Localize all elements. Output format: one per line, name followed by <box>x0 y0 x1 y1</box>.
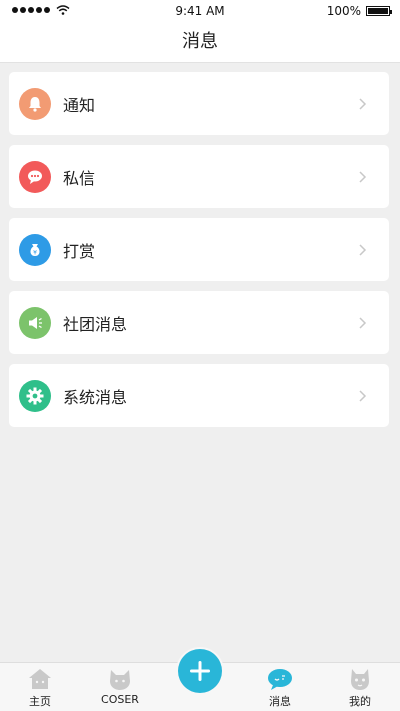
list-item-label: 打赏 <box>63 241 96 261</box>
tab-label: COSER <box>101 693 139 706</box>
bottom-tab-bar: 主页 COSER 消息 我的 <box>0 649 400 711</box>
tab-coser[interactable]: COSER <box>80 663 160 711</box>
chevron-right-icon <box>359 97 367 110</box>
list-item-notifications[interactable]: 通知 <box>9 72 389 135</box>
chat-bubble-icon <box>19 160 51 193</box>
tab-home[interactable]: 主页 <box>0 663 80 711</box>
list-item-tips[interactable]: ¥ 打赏 <box>9 218 389 281</box>
chat-bubble-icon <box>268 669 292 690</box>
megaphone-icon <box>19 306 51 339</box>
plus-icon <box>190 661 210 681</box>
chevron-right-icon <box>359 389 367 402</box>
battery-status: 100% <box>326 4 392 18</box>
chevron-right-icon <box>359 243 367 256</box>
bell-icon <box>19 87 51 120</box>
battery-icon <box>366 6 392 16</box>
tab-label: 主页 <box>29 695 51 708</box>
chevron-right-icon <box>359 170 367 183</box>
list-item-label: 社团消息 <box>63 314 128 334</box>
list-item-label: 系统消息 <box>63 387 128 407</box>
tab-profile[interactable]: 我的 <box>320 663 400 711</box>
message-category-list: 通知 私信 ¥ 打赏 社团消息 系统消息 <box>9 72 389 437</box>
create-post-button[interactable] <box>178 649 222 693</box>
status-bar: 9:41 AM 100% <box>0 0 400 22</box>
tab-messages[interactable]: 消息 <box>240 663 320 711</box>
list-item-label: 私信 <box>63 168 96 188</box>
cat-icon <box>110 670 130 690</box>
list-item-private-messages[interactable]: 私信 <box>9 145 389 208</box>
house-icon <box>29 669 51 689</box>
tab-label: 消息 <box>269 695 291 708</box>
money-bag-icon: ¥ <box>19 233 51 266</box>
chevron-right-icon <box>359 316 367 329</box>
list-item-label: 通知 <box>63 95 96 115</box>
list-item-system-messages[interactable]: 系统消息 <box>9 364 389 427</box>
svg-text:¥: ¥ <box>33 249 37 256</box>
gear-icon <box>19 379 51 412</box>
cat-face-icon <box>351 669 369 690</box>
navigation-bar: 消息 <box>0 22 400 63</box>
page-title: 消息 <box>182 31 218 52</box>
battery-percent: 100% <box>326 4 361 18</box>
tab-label: 我的 <box>349 695 371 708</box>
list-item-club-messages[interactable]: 社团消息 <box>9 291 389 354</box>
